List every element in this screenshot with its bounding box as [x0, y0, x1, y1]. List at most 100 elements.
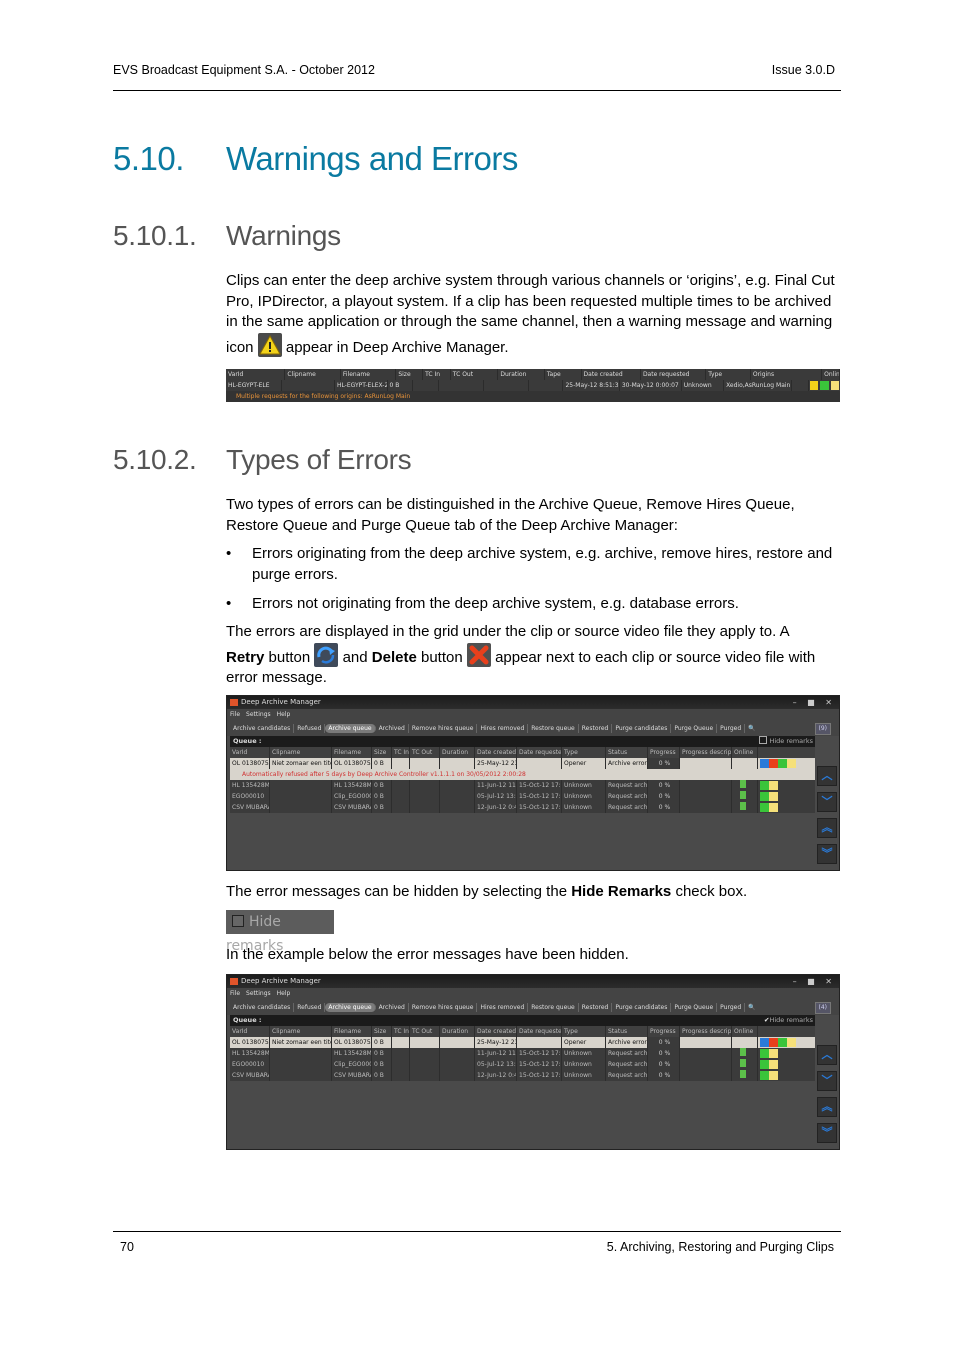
move-up-icon[interactable]: ︿ — [817, 766, 837, 786]
move-bottom-icon[interactable]: ︾ — [817, 844, 837, 864]
table-row[interactable]: EGO00010 Clip_EGO00010 B 05-Jul-12 13:15-O… — [230, 1059, 815, 1070]
tab-refused[interactable]: Refused — [294, 1003, 326, 1012]
play-icon[interactable] — [760, 1060, 769, 1069]
hide-remarks-checkbox-sample[interactable]: Hide remarks — [226, 910, 334, 954]
window-controls[interactable]: – ■ ✕ — [793, 975, 836, 988]
move-down-icon[interactable]: ﹀ — [817, 1071, 837, 1091]
menu-file[interactable]: File — [230, 711, 240, 718]
checkbox-icon — [232, 915, 244, 927]
tab-purge-queue[interactable]: Purge Queue — [671, 1003, 718, 1012]
note-icon[interactable] — [769, 803, 778, 812]
bullet-item: • Errors originating from the deep archiv… — [226, 545, 833, 583]
table-row[interactable]: CSV MUBARAI CSV MUBARAI 0 B 12-Jun-12 0:4 15… — [230, 802, 815, 813]
note-icon[interactable] — [769, 781, 778, 790]
table-row[interactable]: OL 0138075A Niet zomaar een titel OL 01380… — [230, 758, 815, 769]
play-icon[interactable] — [760, 792, 769, 801]
move-top-icon[interactable]: ︽ — [817, 818, 837, 838]
menu-file[interactable]: File — [230, 990, 240, 997]
hide-remarks-checkbox[interactable]: Hide remarks — [759, 736, 813, 747]
note-icon[interactable] — [830, 381, 839, 390]
grid-cell — [484, 380, 529, 391]
grid-cell: VarId — [230, 1026, 270, 1037]
tab-hires-removed[interactable]: Hires removed — [477, 724, 529, 733]
refresh-count-button[interactable]: (4) — [814, 1002, 831, 1014]
tab-archived[interactable]: Archived — [375, 1003, 409, 1012]
table-row[interactable]: CSV MUBARAI CSV MUBARAI 0 B 12-Jun-12 0:4 15… — [230, 1070, 815, 1081]
reorder-buttons: ︿ ﹀ ︽ ︾ — [817, 1045, 837, 1149]
search-icon[interactable]: 🔍 — [745, 724, 758, 733]
retry-icon[interactable] — [760, 759, 769, 768]
grid-cell: Filename — [332, 747, 372, 758]
tab-purge-queue[interactable]: Purge Queue — [671, 724, 718, 733]
note-icon[interactable] — [769, 1071, 778, 1080]
menu-settings[interactable]: Settings — [246, 990, 271, 997]
play-icon[interactable] — [760, 803, 769, 812]
warnings-paragraph: Clips can enter the deep archive system … — [226, 272, 835, 357]
play-icon[interactable] — [760, 1049, 769, 1058]
grid-cell — [270, 1059, 332, 1070]
grid-cell: Unknown — [562, 1070, 606, 1081]
play-icon[interactable] — [778, 1038, 787, 1047]
move-bottom-icon[interactable]: ︾ — [817, 1123, 837, 1143]
move-down-icon[interactable]: ﹀ — [817, 792, 837, 812]
note-icon[interactable] — [769, 1060, 778, 1069]
menu-help[interactable]: Help — [277, 990, 291, 997]
delete-icon[interactable] — [769, 759, 778, 768]
search-icon[interactable]: 🔍 — [745, 1003, 758, 1012]
tab-remove-hires-queue[interactable]: Remove hires queue — [408, 724, 478, 733]
hide-remarks-checkbox[interactable]: ✔Hide remarks — [764, 1015, 813, 1026]
window-controls[interactable]: – ■ ✕ — [793, 696, 836, 709]
move-up-icon[interactable]: ︿ — [817, 1045, 837, 1065]
refresh-count-button[interactable]: (9) — [814, 723, 831, 735]
menu-settings[interactable]: Settings — [246, 711, 271, 718]
table-row[interactable]: EGO00010 Clip_EGO00010 B 05-Jul-12 13:15-O… — [230, 791, 815, 802]
tab-restore-queue[interactable]: Restore queue — [528, 1003, 579, 1012]
tab-hires-removed[interactable]: Hires removed — [477, 1003, 529, 1012]
tab-purge-candidates[interactable]: Purge candidates — [612, 1003, 672, 1012]
retry-icon[interactable] — [760, 1038, 769, 1047]
tab-remove-hires-queue[interactable]: Remove hires queue — [408, 1003, 478, 1012]
delete-icon[interactable] — [769, 1038, 778, 1047]
move-top-icon[interactable]: ︽ — [817, 1097, 837, 1117]
grid-cell: 30-May-12 0:00:07 — [620, 380, 682, 391]
play-icon[interactable] — [778, 759, 787, 768]
tab-archived[interactable]: Archived — [375, 724, 409, 733]
play-icon[interactable] — [820, 381, 829, 390]
header-left: EVS Broadcast Equipment S.A. - October 2… — [113, 63, 375, 77]
tab-refused[interactable]: Refused — [294, 724, 326, 733]
tab-archive-queue[interactable]: Archive queue — [325, 1003, 376, 1012]
grid-cell: 15-Oct-12 17:3 — [519, 1048, 562, 1059]
tab-restored[interactable]: Restored — [578, 1003, 613, 1012]
table-row[interactable]: HL 135428MOHL 135428MO0 B11-Jun-12 11:15… — [230, 1048, 815, 1059]
table-row[interactable]: OL 0138075A Niet zomaar een titel OL 01380… — [230, 1037, 815, 1048]
tab-restore-queue[interactable]: Restore queue — [528, 724, 579, 733]
header-right: Issue 3.0.D — [771, 63, 835, 77]
grid-cell — [410, 802, 440, 813]
tab-purged[interactable]: Purged — [717, 724, 746, 733]
play-icon[interactable] — [760, 781, 769, 790]
tab-archive-candidates[interactable]: Archive candidates — [230, 724, 295, 733]
grid-header: VarId Clipname Filename Size TC In TC Out Dura… — [230, 747, 815, 758]
menu-help[interactable]: Help — [277, 711, 291, 718]
table-row[interactable]: HL 135428MOHL 135428MO0 B11-Jun-12 11:15… — [230, 780, 815, 791]
grid-cell — [270, 1048, 332, 1059]
grid-cell: Origins — [751, 369, 823, 380]
play-icon[interactable] — [760, 1071, 769, 1080]
tab-archive-candidates[interactable]: Archive candidates — [230, 1003, 295, 1012]
grid-header: VarId Clipname Filename Size TC In TC Out Dura… — [230, 1026, 815, 1037]
note-icon[interactable] — [769, 1049, 778, 1058]
warning-icon[interactable] — [809, 381, 819, 390]
app-titlebar: Deep Archive Manager – ■ ✕ — [227, 696, 839, 709]
note-icon[interactable] — [769, 792, 778, 801]
tab-restored[interactable]: Restored — [578, 724, 613, 733]
tab-purged[interactable]: Purged — [717, 1003, 746, 1012]
tab-archive-queue[interactable]: Archive queue — [325, 724, 376, 733]
note-icon[interactable] — [787, 759, 796, 768]
grid-cell: 15-Oct-12 17:3 — [519, 802, 562, 813]
grid-cell: HL 135428MO — [232, 1048, 270, 1059]
tab-purge-candidates[interactable]: Purge candidates — [612, 724, 672, 733]
grid-cell: TC Out — [410, 1026, 440, 1037]
note-icon[interactable] — [787, 1038, 796, 1047]
grid-cell — [732, 758, 758, 769]
grid-cell: 0 B — [372, 1037, 392, 1048]
